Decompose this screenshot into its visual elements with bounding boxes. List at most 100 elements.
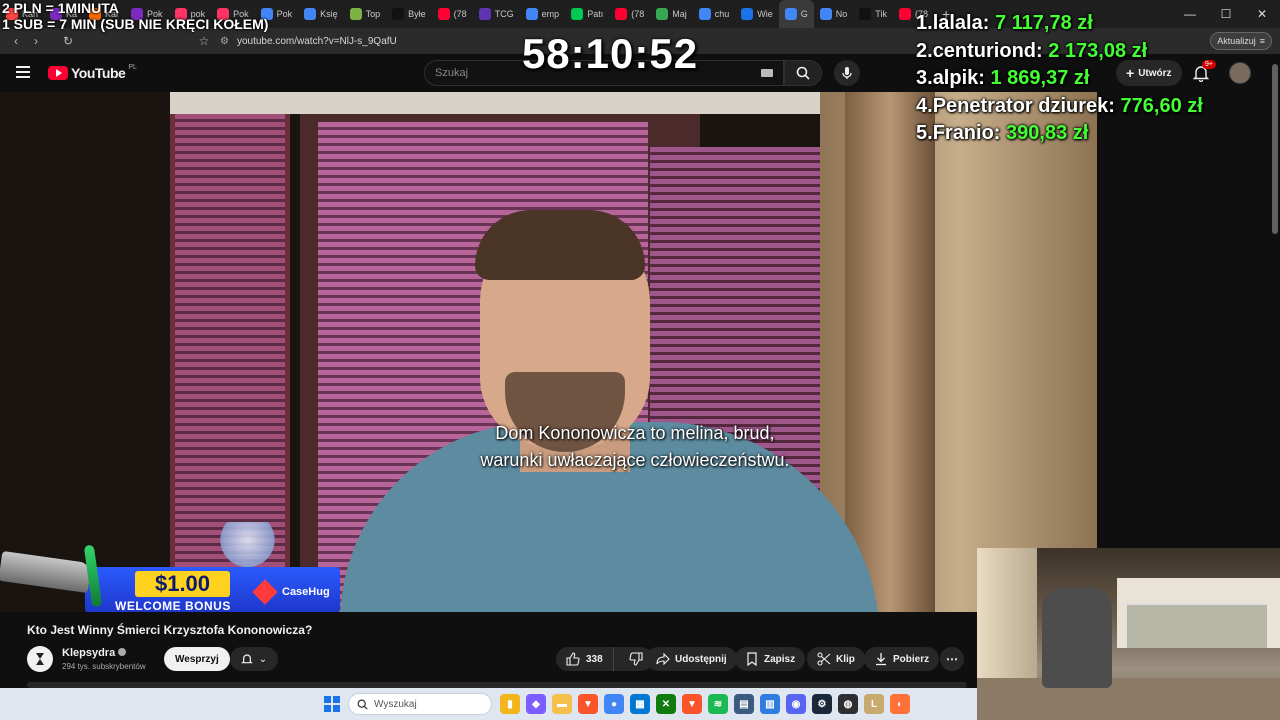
update-button[interactable]: Aktualizuj ≡	[1210, 32, 1272, 50]
back-button[interactable]: ‹	[6, 34, 26, 48]
copilot-icon[interactable]: ◆	[526, 694, 546, 714]
browser-tab-label: Tik	[875, 9, 887, 19]
windows-taskbar: Wyszukaj ▮ ◆ ▬ ▼ ● ▦ ✕ ▼ ≋ ▤ ▥ ◉ ⚙ ◍ L ◐	[0, 688, 977, 720]
taskbar-search-input[interactable]: Wyszukaj	[348, 693, 492, 715]
league-icon[interactable]: L	[864, 694, 884, 714]
search-icon	[357, 699, 368, 710]
chrome-icon[interactable]: ●	[604, 694, 624, 714]
clip-button[interactable]: Klip	[807, 647, 865, 671]
share-button[interactable]: Udostępnij	[646, 647, 737, 671]
calendar-icon[interactable]: ▥	[760, 694, 780, 714]
casehug-promo-overlay: $1.00 WELCOME BONUS CaseHug	[0, 544, 345, 620]
account-avatar[interactable]	[1229, 62, 1251, 84]
spotify-icon[interactable]: ≋	[708, 694, 728, 714]
download-label: Pobierz	[893, 653, 930, 665]
browser-tab[interactable]: Księ	[298, 0, 344, 28]
download-button[interactable]: Pobierz	[864, 647, 940, 671]
leaderboard-amount: 7 117,78 zł	[994, 12, 1093, 34]
browser-tab[interactable]: No	[814, 0, 854, 28]
leaderboard-rank: 1.	[916, 12, 933, 34]
search-icon	[796, 66, 810, 80]
youtube-play-icon	[48, 66, 68, 80]
leaderboard-name: alpik:	[932, 67, 985, 89]
browser-tab-label: TCG	[494, 9, 514, 19]
page-scrollbar[interactable]	[1270, 54, 1280, 548]
browser-tab[interactable]: G	[778, 0, 814, 28]
thumbs-up-icon	[566, 652, 580, 666]
hamburger-menu-icon[interactable]	[16, 66, 30, 78]
browser-tab-label: No	[835, 9, 848, 19]
keyboard-icon[interactable]	[761, 69, 773, 77]
video-info: Kto Jest Winny Śmierci Krzysztofa Konono…	[0, 612, 977, 688]
obs-icon[interactable]: ◍	[838, 694, 858, 714]
browser-tab-label: Wie	[757, 9, 773, 19]
browser-tab[interactable]: Maj	[650, 0, 693, 28]
file-explorer-icon[interactable]: ▮	[500, 694, 520, 714]
microphone-icon	[842, 67, 852, 79]
maximize-button[interactable]: ☐	[1208, 0, 1244, 28]
browser-tab[interactable]: Byłe	[386, 0, 432, 28]
folder-icon[interactable]: ▬	[552, 694, 572, 714]
like-button[interactable]: 338	[556, 647, 614, 671]
leaderboard-row: 2.centuriond: 2 173,08 zł	[916, 38, 1203, 66]
calculator-icon[interactable]: ▤	[734, 694, 754, 714]
browser-tab-label: (78	[631, 9, 645, 19]
browser-tab[interactable]: Wie	[735, 0, 779, 28]
video-player[interactable]	[0, 92, 1097, 612]
tiktok-icon	[392, 8, 405, 20]
channel-name-link[interactable]: Klepsydra	[62, 647, 127, 659]
save-label: Zapisz	[764, 653, 796, 665]
more-actions-button[interactable]: ⋯	[940, 647, 964, 671]
like-dislike-group: 338	[556, 647, 653, 671]
search-button[interactable]	[784, 60, 822, 86]
subtitle-line: warunki uwłaczające człowieczeństwu.	[480, 450, 790, 470]
taskbar-apps: ▮ ◆ ▬ ▼ ● ▦ ✕ ▼ ≋ ▤ ▥ ◉ ⚙ ◍ L ◐	[500, 694, 910, 714]
leaderboard-rank: 5.	[916, 122, 933, 144]
hourglass-icon	[36, 653, 44, 665]
support-button[interactable]: Wesprzyj	[164, 647, 230, 671]
youtube-logo[interactable]: YouTube PL	[48, 63, 137, 81]
browser-tab[interactable]: chu	[693, 0, 736, 28]
browser-tab-label: chu	[714, 9, 730, 19]
store-icon[interactable]: ▦	[630, 694, 650, 714]
xbox-icon[interactable]: ✕	[656, 694, 676, 714]
reload-button[interactable]: ↻	[58, 34, 78, 48]
brave-icon[interactable]: ▼	[578, 694, 598, 714]
steam-icon[interactable]: ⚙	[812, 694, 832, 714]
webcam-chair	[1042, 588, 1112, 688]
voice-search-button[interactable]	[834, 60, 860, 86]
forward-button[interactable]: ›	[26, 34, 46, 48]
discord-icon[interactable]: ◉	[786, 694, 806, 714]
rules-line: 2 PLN = 1MINUTA	[2, 0, 119, 16]
site-info-icon[interactable]: ⚙	[220, 36, 229, 47]
browser-tab[interactable]: Tik	[853, 0, 893, 28]
browser-tab[interactable]: TCG	[473, 0, 520, 28]
channel-avatar[interactable]	[27, 646, 53, 672]
browser-tab[interactable]: Top	[344, 0, 387, 28]
maps-icon	[656, 8, 669, 20]
country-code: PL	[128, 63, 137, 71]
browser-tab[interactable]: (78	[432, 0, 473, 28]
browser-tab-label: (78	[453, 9, 467, 19]
browser-tab[interactable]: emp	[520, 0, 566, 28]
url-text: youtube.com/watch?v=NlJ-s_9QafU	[236, 35, 397, 47]
leaderboard-amount: 390,83 zł	[1006, 122, 1089, 144]
tiktok-icon	[859, 8, 872, 20]
windows-start-icon[interactable]	[324, 696, 340, 712]
promo-amount: $1.00	[135, 571, 230, 597]
like-count: 338	[586, 653, 603, 665]
notification-settings-button[interactable]: ⌄	[230, 647, 278, 671]
scrollbar-thumb[interactable]	[1272, 64, 1278, 234]
browser-tab[interactable]: (78	[609, 0, 650, 28]
close-button[interactable]: ✕	[1244, 0, 1280, 28]
leaderboard-row: 5.Franio: 390,83 zł	[916, 120, 1203, 148]
save-button[interactable]: Zapisz	[735, 647, 806, 671]
leaderboard-amount: 2 173,08 zł	[1048, 39, 1148, 62]
bookmark-icon[interactable]: ☆	[194, 34, 214, 48]
brave-active-icon[interactable]: ▼	[682, 694, 702, 714]
subathon-timer: 58:10:52	[521, 30, 699, 77]
browser-tab[interactable]: Patı	[565, 0, 609, 28]
firefox-icon[interactable]: ◐	[890, 694, 910, 714]
webcam-floor	[977, 678, 1280, 720]
channel-name: Klepsydra	[62, 647, 116, 659]
